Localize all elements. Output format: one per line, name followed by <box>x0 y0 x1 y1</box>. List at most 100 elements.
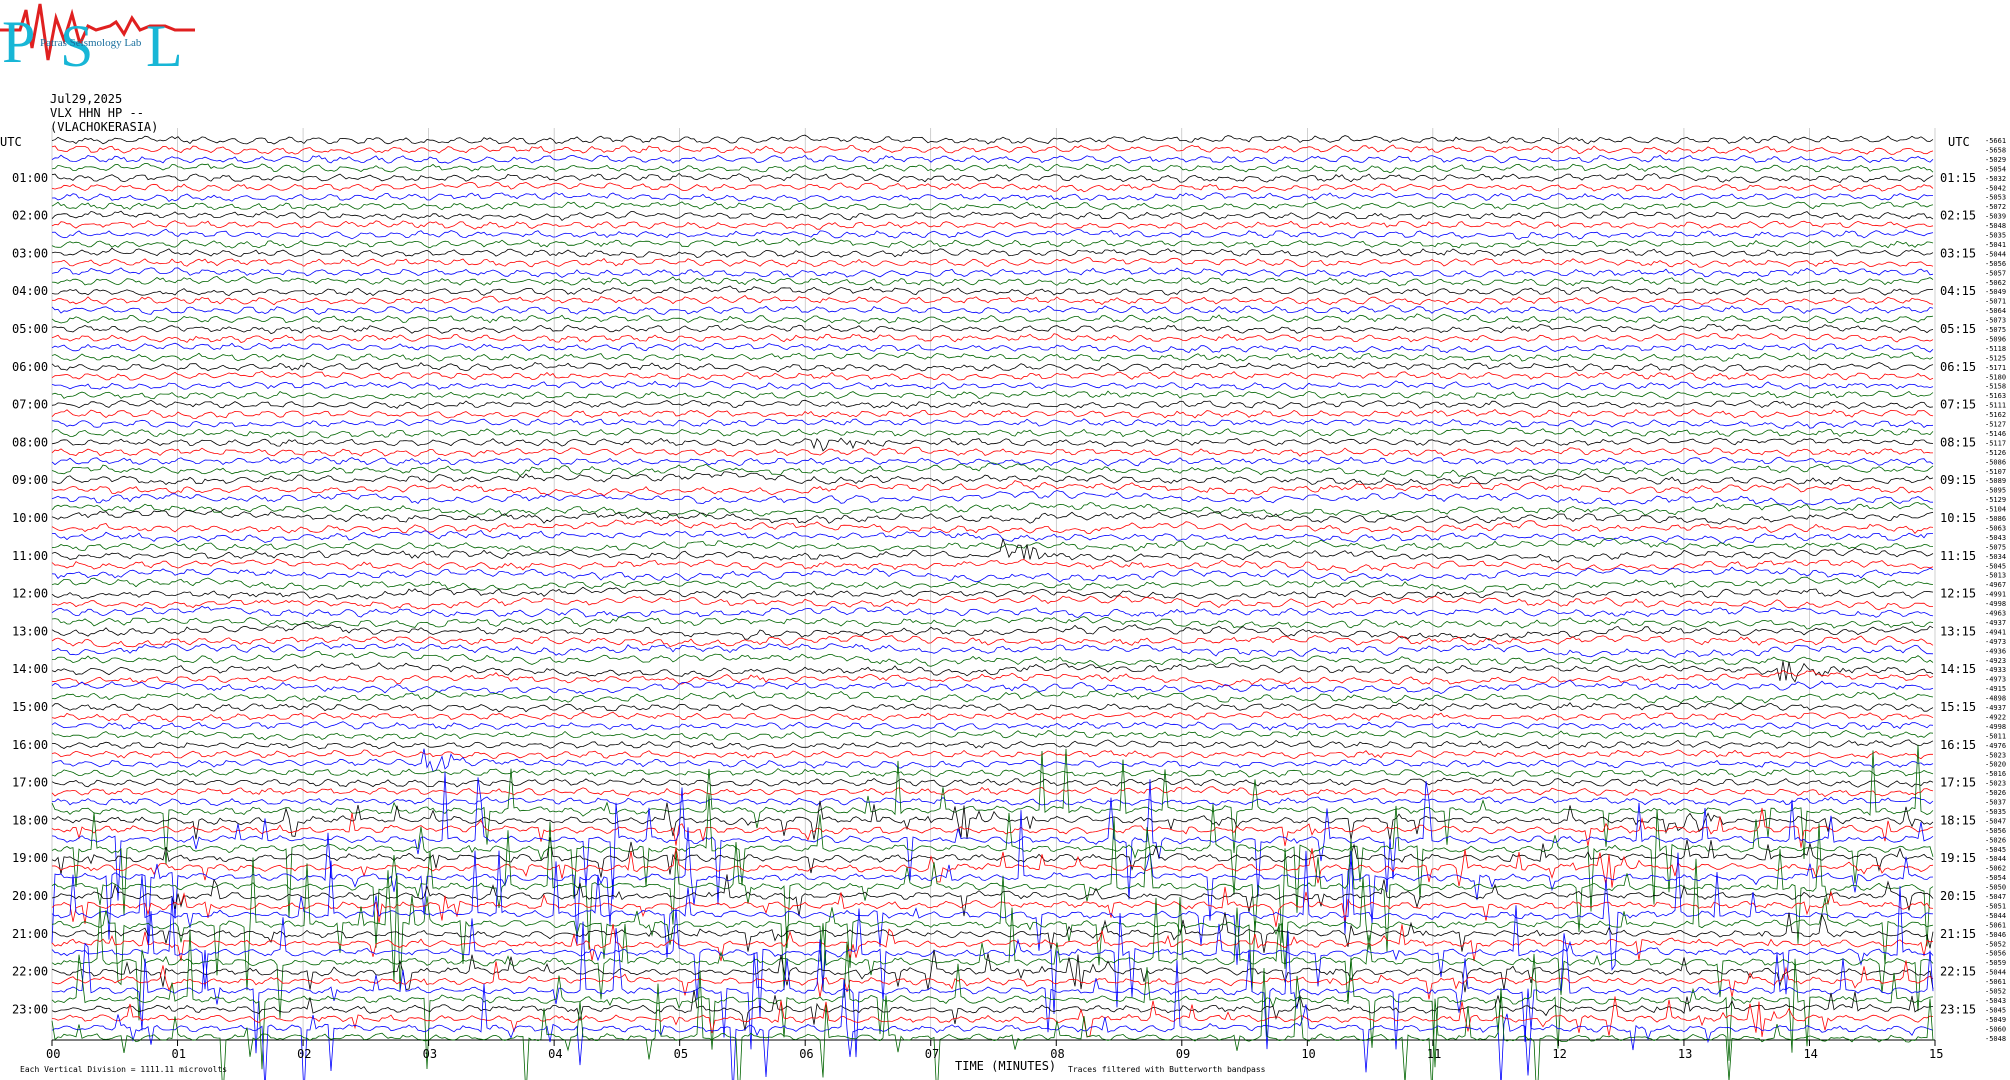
trace-offset: -5063 <box>1985 524 2006 532</box>
trace-offset: -5026 <box>1985 836 2006 844</box>
trace-offset: -5045 <box>1985 846 2006 854</box>
hour-label-right: 12:15 <box>1940 587 1976 601</box>
trace-line <box>51 519 1934 535</box>
trace-line <box>51 399 1934 410</box>
trace-line <box>51 886 1934 927</box>
hour-label-right: 15:15 <box>1940 700 1976 714</box>
trace-offset: -5126 <box>1985 449 2006 457</box>
hour-label: 06:00 <box>12 360 48 374</box>
x-axis-ticks: 00 01 02 03 04 05 06 07 08 09 10 11 12 13 14 15 <box>46 1040 1943 1061</box>
trace-offset: -4973 <box>1985 676 2006 684</box>
trace-offset: -5052 <box>1985 940 2006 948</box>
hour-label-right: 06:15 <box>1940 360 1976 374</box>
hour-label: 02:00 <box>12 209 48 223</box>
trace-offset: -5044 <box>1985 912 2006 920</box>
trace-offset: -5072 <box>1985 203 2006 211</box>
x-tick-label: 00 <box>46 1047 60 1061</box>
trace-offset: -5052 <box>1985 988 2006 996</box>
trace-offset: -4941 <box>1985 628 2006 636</box>
hour-label-right: 08:15 <box>1940 435 1976 449</box>
trace-line <box>51 228 1934 240</box>
trace-offset: -5048 <box>1985 1035 2006 1043</box>
trace-line <box>51 275 1934 287</box>
trace-offset: -5095 <box>1985 487 2006 495</box>
hour-label-right: 10:15 <box>1940 511 1976 525</box>
minute-gridlines <box>51 128 1936 1041</box>
trace-line <box>51 285 1934 297</box>
trace-offset: -5062 <box>1985 279 2006 287</box>
trace-line <box>51 777 1934 788</box>
trace-offset: -5041 <box>1985 241 2006 249</box>
trace-line <box>51 912 1934 953</box>
trace-offset: -5050 <box>1985 884 2006 892</box>
trace-line <box>51 446 1934 457</box>
trace-line <box>51 960 1934 1000</box>
hour-label: 19:00 <box>12 851 48 865</box>
hour-label: 22:00 <box>12 965 48 979</box>
trace-line <box>51 642 1934 658</box>
trace-offset: -5125 <box>1985 354 2006 362</box>
x-tick-label: 04 <box>548 1047 562 1061</box>
trace-offset: -4991 <box>1985 591 2006 599</box>
trace-line <box>51 501 1934 518</box>
utc-label-right: UTC <box>1948 135 1970 149</box>
trace-offset: -5086 <box>1985 515 2006 523</box>
hour-label: 13:00 <box>12 624 48 638</box>
trace-offset: -5062 <box>1985 865 2006 873</box>
x-tick-label: 05 <box>674 1047 688 1061</box>
trace-line <box>51 192 1933 203</box>
trace-line <box>51 305 1934 315</box>
trace-line <box>51 361 1934 373</box>
trace-offset: -4963 <box>1985 610 2006 618</box>
trace-offset: -5053 <box>1985 194 2006 202</box>
trace-offset: -5658 <box>1985 146 2006 154</box>
trace-line <box>51 471 1934 486</box>
trace-line <box>51 490 1934 506</box>
trace-offset: -5171 <box>1985 364 2006 372</box>
trace-line <box>51 857 1934 992</box>
trace-offset: -5096 <box>1985 335 2006 343</box>
logo-subtitle: Patras Seismology Lab <box>40 37 142 49</box>
hour-label: 08:00 <box>12 435 48 449</box>
x-tick-label: 10 <box>1301 1047 1315 1061</box>
trace-offset: -5045 <box>1985 1006 2006 1014</box>
trace-offset: -5059 <box>1985 959 2006 967</box>
hour-label: 14:00 <box>12 662 48 676</box>
trace-line <box>51 786 1934 797</box>
trace-offset: -4998 <box>1985 600 2006 608</box>
x-tick-label: 11 <box>1427 1047 1441 1061</box>
trace-offset: -5023 <box>1985 751 2006 759</box>
trace-line <box>51 408 1934 419</box>
hour-label-right: 13:15 <box>1940 624 1976 638</box>
trace-offset: -5111 <box>1985 402 2006 410</box>
x-tick-label: 13 <box>1678 1047 1692 1061</box>
trace-offset: -5032 <box>1985 175 2006 183</box>
trace-offset: -5073 <box>1985 317 2006 325</box>
trace-line <box>51 323 1934 335</box>
hour-label: 05:00 <box>12 322 48 336</box>
trace-offset: -5146 <box>1985 430 2006 438</box>
hour-label-right: 03:15 <box>1940 246 1976 260</box>
hour-label-right: 14:15 <box>1940 662 1976 676</box>
trace-offset: -5016 <box>1985 770 2006 778</box>
trace-line <box>51 537 1934 563</box>
trace-offset: -5042 <box>1985 184 2006 192</box>
trace-offset: -5045 <box>1985 562 2006 570</box>
hour-label: 15:00 <box>12 700 48 714</box>
trace-offset: -4967 <box>1985 581 2006 589</box>
seismic-traces <box>51 134 1934 1080</box>
hour-label: 12:00 <box>12 587 48 601</box>
trace-offset: -5075 <box>1985 326 2006 334</box>
trace-offset: -4915 <box>1985 685 2006 693</box>
trace-offset: -5127 <box>1985 421 2006 429</box>
trace-offset: -5051 <box>1985 902 2006 910</box>
trace-offset: -5129 <box>1985 496 2006 504</box>
hour-label-right: 22:15 <box>1940 965 1976 979</box>
trace-line <box>51 172 1934 183</box>
x-tick-label: 15 <box>1929 1047 1943 1061</box>
trace-line <box>51 201 1934 211</box>
trace-line <box>51 342 1934 354</box>
trace-line <box>51 162 1934 174</box>
trace-offset: -5044 <box>1985 969 2006 977</box>
x-tick-label: 14 <box>1803 1047 1817 1061</box>
